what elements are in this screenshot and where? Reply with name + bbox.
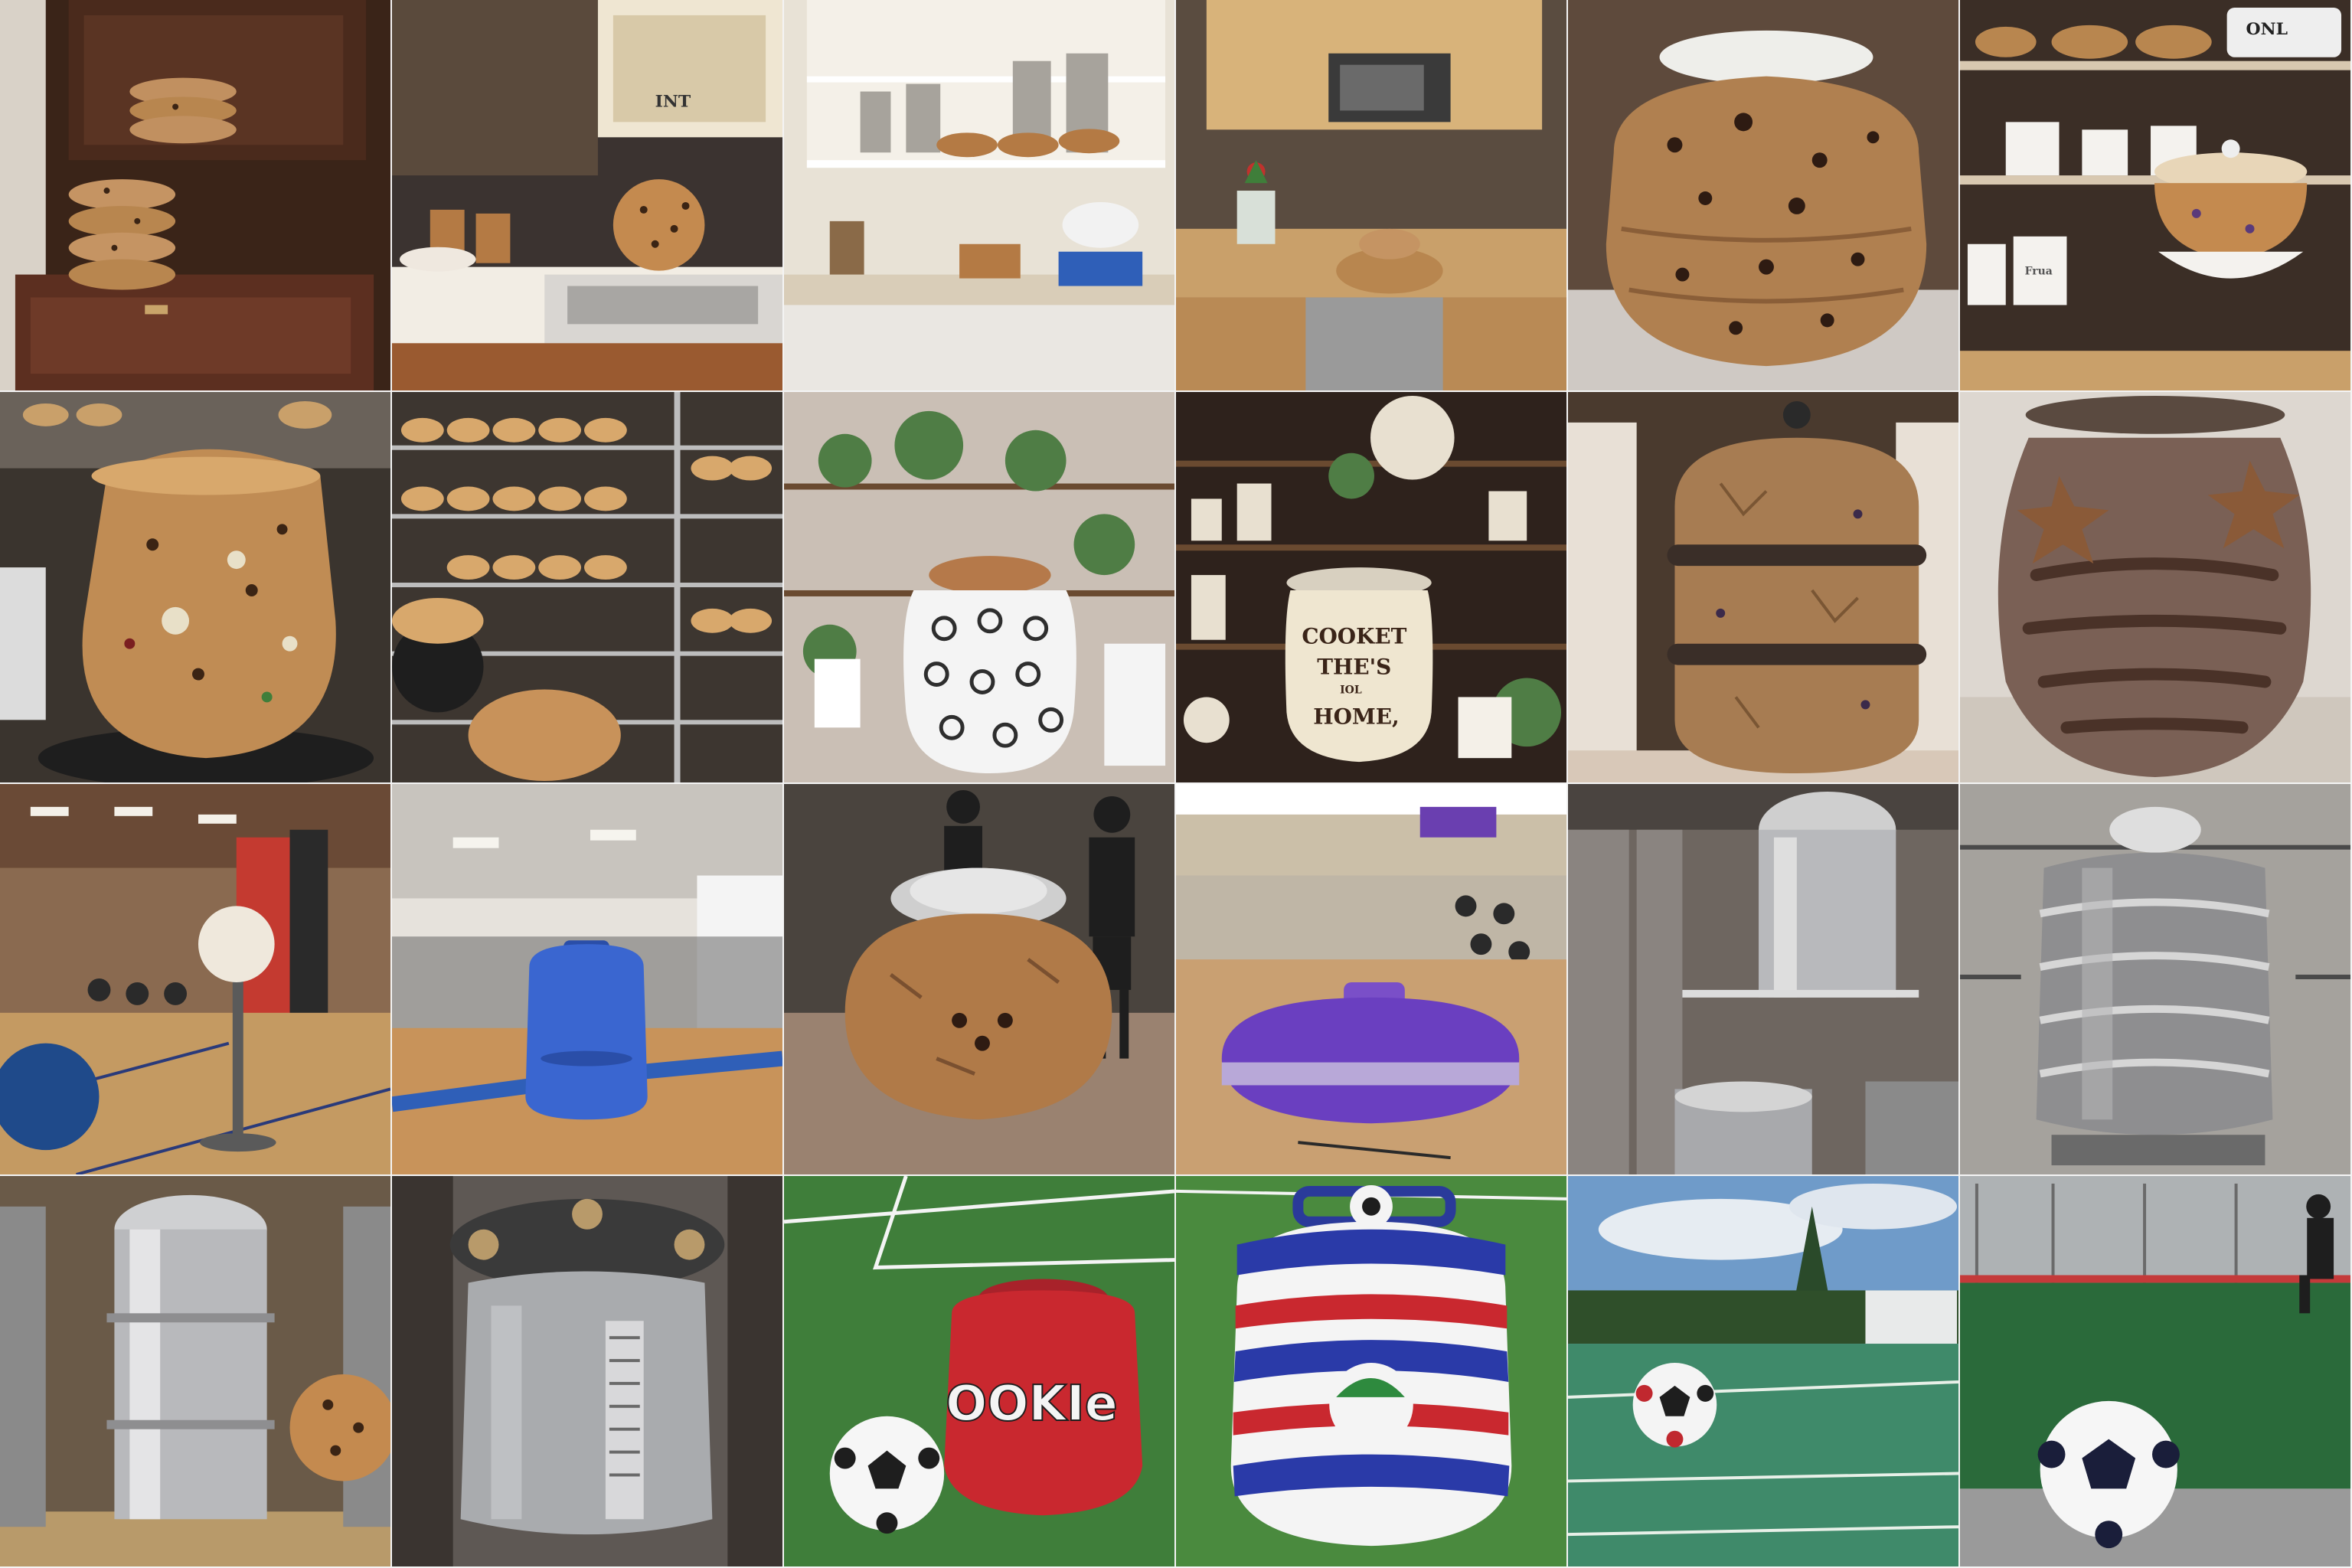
tile-kitchen-microwave-cookies: [1176, 0, 1568, 392]
tile-field-soccer-ball-goal: [1568, 1176, 1960, 1568]
field-soccer-player-ball-image: [1960, 1176, 2350, 1566]
field-soccer-ball-goal-image: [1568, 1176, 1958, 1566]
giant-cookie-jar-closeup-image: [1568, 0, 1958, 390]
tile-ceramic-jar-star-cookies: [1960, 392, 2352, 784]
tile-kitchen-cookie-stacks: [0, 0, 392, 392]
tile-gym-purple-jar: [1176, 784, 1568, 1176]
tile-kitchen-counter-cookie: INT: [392, 0, 784, 392]
tile-shelf-cookie-canister: ONL Frua: [1960, 0, 2352, 392]
factory-steel-vessel-image: [392, 1176, 782, 1566]
gym-ball-stand-image: [0, 784, 390, 1174]
ceramic-jar-star-cookies-image: [1960, 392, 2350, 782]
tile-gym-cookie-jar-people: [784, 784, 1176, 1176]
red-jar-label-text: OOKIe: [946, 1376, 1118, 1432]
jar-small-text: IOL: [1340, 684, 1362, 696]
bakery-muffin-racks-image: [392, 392, 782, 782]
shelf-cookie-canister-image: ONL Frua: [1960, 0, 2350, 390]
cookie-dough-jar-bands-image: [1568, 392, 1958, 782]
jar-line-3-text: HOME,: [1313, 704, 1399, 729]
jar-line-2-text: THE'S: [1317, 655, 1391, 680]
tile-patterned-jar-plants: [784, 392, 1176, 784]
shelf-sign-text: INT: [655, 91, 691, 111]
tile-bakery-giant-cookie: [0, 392, 392, 784]
cookie-jar-home-sign-image: COOKET THE'S IOL HOME,: [1176, 392, 1566, 782]
tile-bakery-muffin-racks: [392, 392, 784, 784]
tile-pantry-shelves-jars: [784, 0, 1176, 392]
pantry-shelves-jars-image: [784, 0, 1174, 390]
tile-cookie-dough-jar-bands: [1568, 392, 1960, 784]
gym-blue-kettlebell-image: [392, 784, 782, 1174]
factory-tank-cookie-image: [0, 1176, 390, 1566]
canister-label-text: Frua: [2025, 266, 2053, 278]
field-red-cookie-jar-image: OOKIe: [784, 1176, 1174, 1566]
tile-cookie-jar-home-sign: COOKET THE'S IOL HOME,: [1176, 392, 1568, 784]
bakery-giant-cookie-image: [0, 392, 390, 782]
field-striped-jar-image: [1176, 1176, 1566, 1566]
patterned-jar-plants-image: [784, 392, 1174, 782]
shelf-tag-text: ONL: [2246, 19, 2288, 39]
tile-field-soccer-player-ball: [1960, 1176, 2352, 1568]
tile-gym-blue-kettlebell: [392, 784, 784, 1176]
gym-purple-jar-image: [1176, 784, 1566, 1174]
factory-steel-tanks-image: [1568, 784, 1958, 1174]
tile-field-red-cookie-jar: OOKIe: [784, 1176, 1176, 1568]
tile-giant-cookie-jar-closeup: [1568, 0, 1960, 392]
tile-gym-ball-stand: [0, 784, 392, 1176]
tile-factory-steel-drum: [1960, 784, 2352, 1176]
tile-field-striped-jar: [1176, 1176, 1568, 1568]
tile-factory-steel-tanks: [1568, 784, 1960, 1176]
jar-line-1-text: COOKET: [1302, 624, 1406, 649]
image-collage-grid: INT ONL Frua COOKET THE'S IOL HOME, OOKI…: [0, 0, 2352, 1568]
kitchen-microwave-cookies-image: [1176, 0, 1566, 390]
gym-cookie-jar-people-image: [784, 784, 1174, 1174]
kitchen-counter-cookie-image: INT: [392, 0, 782, 390]
tile-factory-tank-cookie: [0, 1176, 392, 1568]
factory-steel-drum-image: [1960, 784, 2350, 1174]
kitchen-cookie-stacks-image: [0, 0, 390, 390]
tile-factory-steel-vessel: [392, 1176, 784, 1568]
